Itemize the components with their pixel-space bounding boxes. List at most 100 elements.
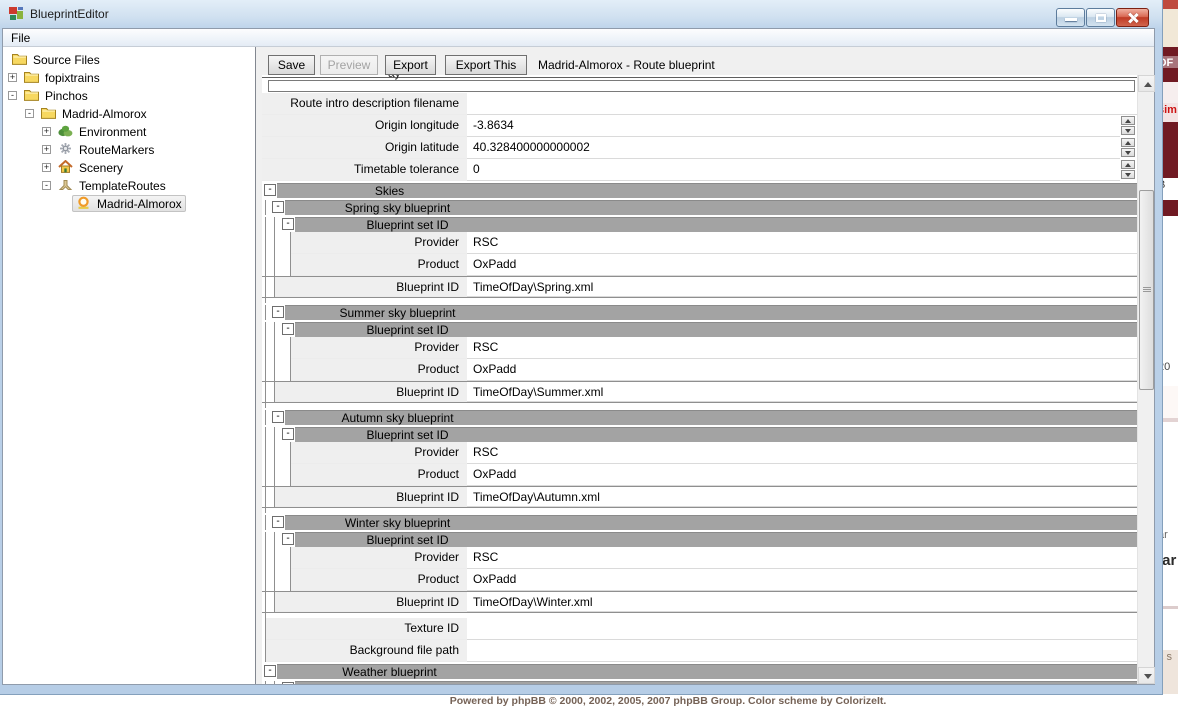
collapse-button[interactable]: - (282, 428, 294, 440)
group-guide-line (274, 254, 275, 276)
property-label: Provider (291, 442, 467, 464)
tree-node-body[interactable]: Scenery (55, 160, 126, 175)
property-value[interactable]: TimeOfDay\Winter.xml (467, 592, 1137, 612)
spinner-up-button[interactable] (1121, 116, 1135, 125)
numeric-spinner[interactable] (1121, 116, 1135, 136)
property-value[interactable]: RSC (467, 232, 1137, 254)
export-this-button[interactable]: Export This (445, 55, 527, 75)
collapse-button[interactable]: - (282, 323, 294, 335)
collapse-button[interactable]: - (282, 682, 294, 684)
scroll-down-button[interactable] (1138, 667, 1155, 684)
group-header-bar: Skies (277, 183, 1137, 198)
group-guide-line (265, 337, 266, 359)
row-background-file-path: Background file path (262, 640, 1137, 662)
expand-icon[interactable]: + (42, 145, 51, 154)
close-button[interactable] (1116, 8, 1149, 27)
property-value[interactable] (467, 640, 1137, 662)
tree-node-body[interactable]: Source Files (9, 52, 103, 67)
export-button[interactable]: Export (385, 55, 436, 75)
spinner-down-button[interactable] (1121, 148, 1135, 157)
property-value[interactable]: TimeOfDay\Spring.xml (467, 277, 1137, 297)
group-header-label: Autumn sky blueprint (300, 411, 495, 426)
property-value[interactable]: OxPadd (467, 254, 1137, 276)
expand-icon[interactable]: + (42, 127, 51, 136)
group-guide-line (265, 547, 266, 569)
property-value[interactable]: 40.328400000000002 (467, 137, 1120, 159)
numeric-spinner[interactable] (1121, 160, 1135, 180)
tree-item-label: fopixtrains (45, 70, 100, 85)
tree-node-body[interactable]: Madrid-Almorox (72, 195, 186, 212)
maximize-button[interactable] (1086, 8, 1115, 27)
collapse-button[interactable]: - (264, 665, 276, 677)
row-blueprint-id: Blueprint IDTimeOfDay\Autumn.xml (262, 486, 1137, 508)
tree-item-source-files[interactable]: Source Files (3, 50, 255, 68)
property-label: Texture ID (266, 618, 467, 640)
tree-item-pinchos[interactable]: -Pinchos (3, 86, 255, 104)
group-guide-line (265, 232, 266, 254)
spinner-up-button[interactable] (1121, 138, 1135, 147)
tree-item-templateroutes[interactable]: -TemplateRoutes (3, 176, 255, 194)
property-value[interactable]: RSC (467, 547, 1137, 569)
property-value[interactable] (467, 618, 1137, 640)
spinner-down-button[interactable] (1121, 126, 1135, 135)
property-value[interactable]: OxPadd (467, 464, 1137, 486)
group-guide-line (265, 382, 266, 402)
tree-item-environment[interactable]: + Environment (3, 122, 255, 140)
menu-file[interactable]: File (3, 29, 38, 47)
property-value[interactable]: RSC (467, 337, 1137, 359)
property-value[interactable]: RSC (467, 442, 1137, 464)
text-input[interactable] (268, 80, 1135, 92)
collapse-button[interactable]: - (272, 516, 284, 528)
collapse-button[interactable]: - (282, 218, 294, 230)
group-guide-line (274, 532, 275, 547)
title-bar[interactable]: BlueprintEditor (0, 0, 1162, 28)
tree-node-body[interactable]: Madrid-Almorox (38, 106, 150, 121)
collapse-icon[interactable]: - (8, 91, 17, 100)
collapse-button[interactable]: - (264, 184, 276, 196)
tree-node-body[interactable]: Environment (55, 124, 149, 139)
row-product: ProductOxPadd (262, 254, 1137, 276)
save-button[interactable]: Save (268, 55, 315, 75)
maximize-icon (1096, 14, 1106, 22)
group-header-bar: Spring sky blueprint (285, 200, 1137, 215)
collapse-icon[interactable]: - (25, 109, 34, 118)
collapse-button[interactable]: - (272, 201, 284, 213)
property-value[interactable] (467, 93, 1137, 115)
spinner-down-button[interactable] (1121, 170, 1135, 179)
scroll-up-button[interactable] (1138, 75, 1155, 92)
collapse-button[interactable]: - (272, 411, 284, 423)
tree-item-scenery[interactable]: + Scenery (3, 158, 255, 176)
tree-node-body[interactable]: fopixtrains (21, 70, 103, 85)
tree-item-fopixtrains[interactable]: + fopixtrains (3, 68, 255, 86)
tree-item-madrid-almorox[interactable]: -Madrid-Almorox (3, 104, 255, 122)
numeric-spinner[interactable] (1121, 138, 1135, 158)
tree-node-body[interactable]: TemplateRoutes (55, 178, 169, 193)
window-controls (1055, 8, 1149, 27)
tree-node-body[interactable]: Pinchos (21, 88, 91, 103)
scrollbar-thumb[interactable] (1139, 190, 1154, 390)
property-value[interactable]: TimeOfDay\Summer.xml (467, 382, 1137, 402)
collapse-button[interactable]: - (282, 533, 294, 545)
property-label: Route intro description filename (262, 93, 467, 115)
minimize-button[interactable] (1056, 8, 1085, 27)
spinner-up-button[interactable] (1121, 160, 1135, 169)
tree-node-body[interactable]: RouteMarkers (55, 142, 157, 157)
property-value[interactable]: TimeOfDay\Autumn.xml (467, 487, 1137, 507)
group-header-label: Blueprint set ID (310, 682, 505, 684)
expand-icon[interactable]: + (42, 163, 51, 172)
group-header-bar: Weather blueprint (277, 664, 1137, 679)
property-value[interactable]: 0 (467, 159, 1120, 181)
vertical-scrollbar[interactable] (1137, 75, 1154, 684)
collapse-icon[interactable]: - (42, 181, 51, 190)
tree-item-madrid-almorox[interactable]: Madrid-Almorox (3, 194, 255, 212)
expand-icon[interactable]: + (8, 73, 17, 82)
property-value[interactable]: OxPadd (467, 359, 1137, 381)
collapse-button[interactable]: - (272, 306, 284, 318)
group-header-skies: -Skies (262, 183, 1137, 198)
property-value[interactable]: -3.8634 (467, 115, 1120, 137)
folder-icon (24, 70, 40, 84)
property-value[interactable]: OxPadd (467, 569, 1137, 591)
group-guide-line (265, 217, 266, 232)
tree-item-routemarkers[interactable]: + RouteMarkers (3, 140, 255, 158)
group-header-label: Blueprint set ID (310, 218, 505, 233)
